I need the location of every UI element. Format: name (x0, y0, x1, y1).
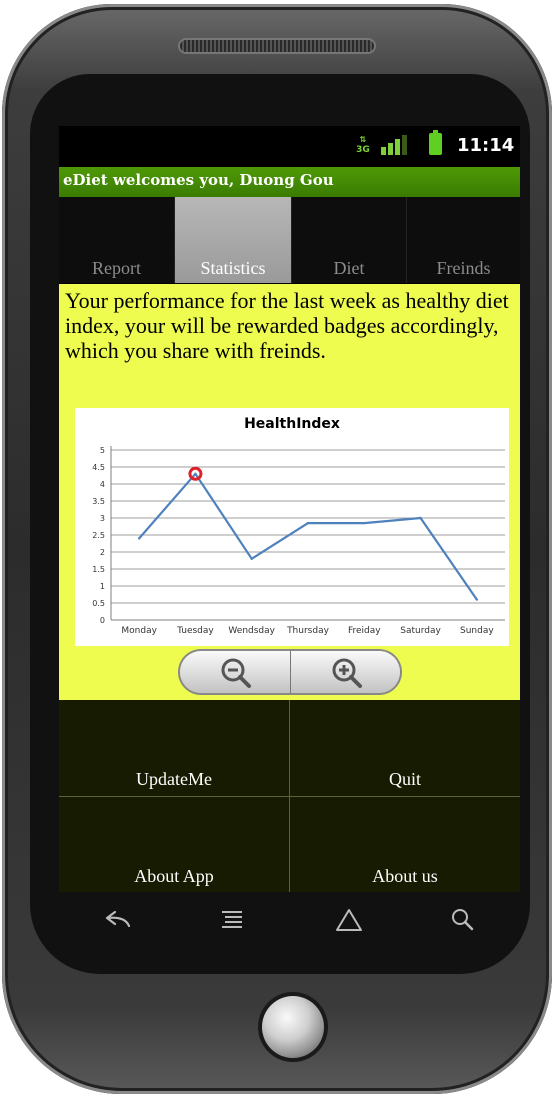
home-icon (336, 909, 362, 931)
statistics-panel: Your performance for the last week as he… (59, 284, 520, 700)
y-tick-label: 4 (100, 480, 105, 489)
tab-label: Freinds (436, 258, 491, 278)
menu-grid: UpdateMe Quit About App About us (59, 700, 520, 892)
trackball[interactable] (262, 996, 324, 1058)
data-point (306, 521, 310, 525)
update-me-button[interactable]: UpdateMe (59, 700, 290, 797)
home-button[interactable] (319, 898, 379, 944)
y-tick-label: 5 (100, 446, 105, 455)
data-point (250, 557, 253, 560)
tab-label: Report (92, 258, 141, 278)
hardware-nav-bar (59, 892, 520, 952)
data-point (363, 521, 366, 525)
tab-freinds[interactable]: Freinds (407, 197, 520, 283)
menu-icon (222, 911, 242, 928)
y-tick-label: 0 (100, 616, 105, 625)
about-us-button[interactable]: About us (290, 797, 520, 892)
y-tick-label: 2.5 (92, 531, 105, 540)
quit-button[interactable]: Quit (290, 700, 520, 797)
y-tick-label: 4.5 (92, 463, 105, 472)
y-tick-label: 2 (100, 548, 105, 557)
menu-label: UpdateMe (136, 769, 212, 789)
x-tick-label: Freiday (348, 626, 381, 636)
zoom-controls (180, 651, 400, 693)
data-point (137, 537, 141, 540)
tab-label: Statistics (200, 258, 266, 278)
zoom-out-icon (221, 658, 251, 688)
battery-icon (429, 130, 442, 155)
x-tick-label: Sunday (460, 626, 494, 636)
x-tick-label: Thursday (286, 626, 330, 636)
data-point (419, 516, 422, 520)
data-point (475, 598, 479, 601)
status-bar: ⇅ 3G 11:14 (59, 126, 520, 164)
tab-diet[interactable]: Diet (292, 197, 407, 283)
tab-label: Diet (333, 258, 365, 278)
x-tick-label: Saturday (400, 626, 441, 636)
tab-bar: Report Statistics Diet Freinds (59, 197, 520, 283)
series-line (138, 472, 478, 601)
network-3g-icon: ⇅ 3G (356, 135, 370, 155)
health-index-chart: HealthIndex 0 0.5 1 1.5 2 2.5 3 3.5 4 4.5 5 Monday T… (75, 408, 509, 646)
search-icon (452, 909, 474, 931)
y-tick-label: 1.5 (92, 565, 105, 574)
app-title-bar: eDiet welcomes you, Duong Gou (59, 167, 520, 197)
zoom-in-button[interactable] (290, 651, 400, 693)
menu-button[interactable] (202, 898, 262, 944)
chart-canvas: 0 0.5 1 1.5 2 2.5 3 3.5 4 4.5 5 Monday Tuesday Wendsd… (92, 446, 505, 636)
back-button[interactable] (87, 898, 147, 944)
y-tick-label: 1 (100, 582, 105, 591)
x-tick-label: Tuesday (176, 626, 214, 636)
intro-text: Your performance for the last week as he… (65, 288, 509, 363)
app-title: eDiet welcomes you, Duong Gou (63, 171, 334, 189)
zoom-in-icon (332, 658, 362, 688)
menu-label: About us (372, 866, 438, 886)
tab-statistics[interactable]: Statistics (175, 197, 292, 283)
earpiece-speaker (178, 38, 376, 54)
clock: 11:14 (457, 135, 515, 156)
zoom-out-button[interactable] (180, 651, 290, 693)
data-point (194, 472, 197, 475)
menu-label: About App (134, 866, 214, 886)
y-tick-label: 3.5 (92, 497, 105, 506)
about-app-button[interactable]: About App (59, 797, 290, 892)
x-tick-label: Wendsday (228, 626, 275, 636)
y-tick-label: 0.5 (92, 599, 105, 608)
signal-strength-icon (381, 135, 407, 155)
back-icon (105, 910, 131, 928)
menu-label: Quit (388, 769, 421, 789)
search-button[interactable] (433, 898, 493, 944)
x-tick-label: Monday (121, 626, 157, 636)
y-tick-label: 3 (100, 514, 105, 523)
tab-report[interactable]: Report (59, 197, 175, 283)
device-screen: ⇅ 3G 11:14 eDiet welcomes you, Duong Gou … (59, 126, 520, 892)
